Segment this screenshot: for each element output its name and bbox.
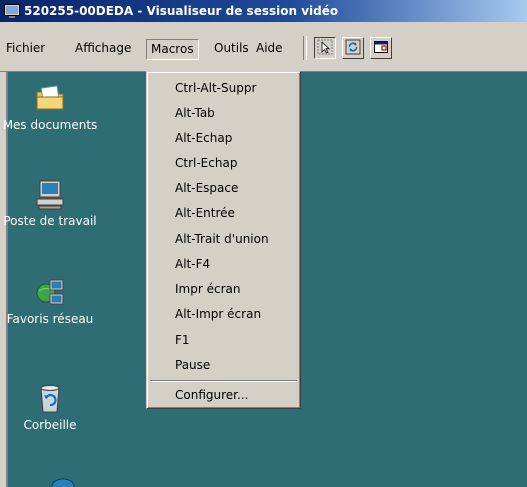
recycle-bin-icon — [34, 382, 66, 414]
menu-fichier[interactable]: Fichier — [2, 39, 49, 58]
macro-item[interactable]: Impr écran — [149, 277, 298, 302]
window-maximize-button[interactable] — [370, 37, 392, 59]
monitor-icon — [4, 4, 20, 18]
cursor-select-icon — [317, 39, 333, 58]
desktop-icon-poste-de-travail[interactable]: Poste de travail — [0, 178, 100, 228]
menu-outils[interactable]: Outils — [210, 39, 253, 58]
desktop-icon-label: Mes documents — [2, 118, 98, 132]
folder-documents-icon — [34, 82, 66, 114]
macro-item[interactable]: Pause — [149, 353, 298, 378]
macro-item[interactable]: Alt-Espace — [149, 176, 298, 201]
window-maximize-icon — [373, 39, 389, 58]
partial-desktop-icon — [50, 472, 76, 487]
refresh-icon — [345, 39, 361, 58]
macro-item[interactable]: Alt-Impr écran — [149, 302, 298, 327]
toolbar-separator — [303, 36, 307, 60]
desktop-icon-label: Favoris réseau — [6, 312, 94, 326]
desktop-icon-favoris-reseau[interactable]: Favoris réseau — [0, 276, 100, 326]
macro-item[interactable]: Alt-Trait d'union — [149, 227, 298, 252]
macro-item[interactable]: Alt-Echap — [149, 126, 298, 151]
menu-separator — [150, 380, 297, 382]
desktop-icon-corbeille[interactable]: Corbeille — [0, 382, 100, 432]
menu-bar: Fichier Affichage Macros Outils Aide — [0, 22, 527, 72]
desktop-icon-label: Corbeille — [23, 418, 77, 432]
desktop-icon-label: Poste de travail — [3, 214, 97, 228]
configure-macros-item[interactable]: Configurer... — [149, 383, 298, 408]
network-icon — [34, 276, 66, 308]
cursor-select-button[interactable] — [314, 37, 336, 59]
macro-item[interactable]: Alt-F4 — [149, 252, 298, 277]
macros-dropdown-menu: Ctrl-Alt-Suppr Alt-Tab Alt-Echap Ctrl-Ec… — [146, 71, 301, 409]
window-title-bar[interactable]: 520255-00DEDA - Visualiseur de session v… — [0, 0, 527, 22]
macro-item[interactable]: Alt-Tab — [149, 101, 298, 126]
macro-item[interactable]: Alt-Entrée — [149, 201, 298, 226]
macro-item[interactable]: Ctrl-Echap — [149, 151, 298, 176]
desktop-icon-mes-documents[interactable]: Mes documents — [0, 82, 100, 132]
window-title: 520255-00DEDA - Visualiseur de session v… — [24, 4, 339, 18]
macro-item[interactable]: Ctrl-Alt-Suppr — [149, 76, 298, 101]
menu-aide[interactable]: Aide — [252, 39, 287, 58]
computer-icon — [34, 178, 66, 210]
macro-item[interactable]: F1 — [149, 328, 298, 353]
menu-affichage[interactable]: Affichage — [71, 39, 135, 58]
refresh-button[interactable] — [342, 37, 364, 59]
menu-macros[interactable]: Macros — [146, 39, 199, 60]
